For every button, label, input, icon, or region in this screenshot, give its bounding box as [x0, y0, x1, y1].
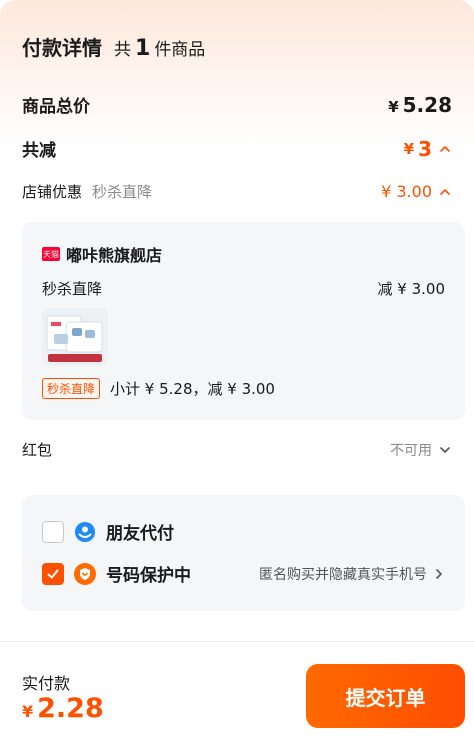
number-protection-option[interactable]: 号码保护中 匿名购买并隐藏真实手机号: [42, 561, 445, 586]
checkmark-icon: [47, 569, 59, 578]
red-packet-value: 不可用: [390, 440, 452, 460]
chevron-right-icon: [436, 568, 442, 579]
shop-discount-amount: ¥ 3.00: [381, 182, 432, 201]
red-packet-label: 红包: [22, 441, 53, 459]
number-protection-desc-text: 匿名购买并隐藏真实手机号: [259, 566, 427, 583]
promo-amount: 减 ¥ 3.00: [377, 280, 445, 298]
product-image: [42, 308, 108, 366]
promo-tag-line: 秒杀直降 小计 ¥ 5.28，减 ¥ 3.00: [42, 378, 275, 399]
item-count-prefix: 共: [114, 40, 131, 60]
item-count: 共 1 件商品: [114, 35, 205, 61]
total-reduce-value: ¥ 3: [404, 137, 452, 161]
shop-discount-label: 店铺优惠: [22, 183, 83, 201]
number-protection-label: 号码保护中: [106, 566, 191, 586]
product-thumbnail[interactable]: [42, 308, 108, 366]
friend-pay-checkbox[interactable]: [42, 520, 64, 543]
red-packet-status: 不可用: [390, 442, 432, 459]
total-amount: 5.28: [402, 92, 452, 117]
red-packet-row[interactable]: 红包 不可用: [22, 439, 452, 460]
chevron-up-icon[interactable]: [438, 185, 452, 199]
item-count-suffix: 件商品: [154, 40, 206, 60]
chevron-down-icon[interactable]: [438, 443, 452, 457]
subtotal-text: 小计 ¥ 5.28，减 ¥ 3.00: [110, 380, 275, 398]
actual-pay-value: 2.28: [37, 693, 104, 724]
shop-name: 嘟咔熊旗舰店: [66, 246, 163, 265]
shop-discount-sub: 秒杀直降: [92, 183, 153, 201]
total-reduce-row[interactable]: 共减 ¥ 3: [22, 136, 452, 161]
friend-pay-icon: [74, 520, 96, 543]
shop-discount-row[interactable]: 店铺优惠 秒杀直降 ¥ 3.00: [22, 181, 452, 202]
total-price-value: ¥5.28: [388, 93, 452, 117]
total-currency: ¥: [388, 97, 399, 116]
number-protection-desc[interactable]: 匿名购买并隐藏真实手机号: [259, 564, 445, 584]
sheet-header: 付款详情 共 1 件商品: [22, 32, 205, 61]
shop-header: 天猫 嘟咔熊旗舰店: [42, 242, 162, 266]
actual-pay-label: 实付款: [22, 674, 71, 693]
flash-sale-tag: 秒杀直降: [42, 378, 101, 399]
chevron-up-icon[interactable]: [438, 142, 452, 156]
friend-pay-option[interactable]: 朋友代付: [42, 519, 445, 544]
friend-pay-label: 朋友代付: [106, 524, 174, 544]
tmall-badge: 天猫: [42, 247, 60, 261]
promo-line: 秒杀直降 减 ¥ 3.00: [42, 278, 445, 299]
total-price-label: 商品总价: [22, 97, 90, 117]
item-count-number: 1: [135, 36, 151, 61]
payment-options-card: 朋友代付 号码保护中 匿名购买并隐藏真实手机号: [22, 495, 465, 611]
phone-shield-icon: [74, 562, 96, 585]
total-reduce-label: 共减: [22, 141, 56, 161]
reduce-currency: ¥: [403, 139, 415, 158]
sheet-title: 付款详情: [22, 36, 102, 60]
actual-pay-amount: ¥2.28: [22, 693, 104, 724]
total-price-row: 商品总价 ¥5.28: [22, 92, 452, 118]
shop-discount-labels: 店铺优惠 秒杀直降: [22, 181, 152, 202]
promo-name: 秒杀直降: [42, 280, 103, 298]
actual-pay-currency: ¥: [22, 702, 34, 721]
footer-divider: [0, 641, 474, 642]
submit-order-button[interactable]: 提交订单: [306, 664, 465, 728]
number-protection-checkbox[interactable]: [42, 562, 64, 585]
reduce-amount: 3: [418, 136, 432, 161]
shop-discount-card: 天猫 嘟咔熊旗舰店 秒杀直降 减 ¥ 3.00 秒杀直降 小计 ¥ 5.28，减…: [22, 222, 465, 420]
payment-details-sheet: 付款详情 共 1 件商品 商品总价 ¥5.28 共减 ¥ 3 店铺优惠 秒杀直降 ¥ …: [0, 0, 474, 745]
shop-discount-value: ¥ 3.00: [381, 182, 452, 201]
